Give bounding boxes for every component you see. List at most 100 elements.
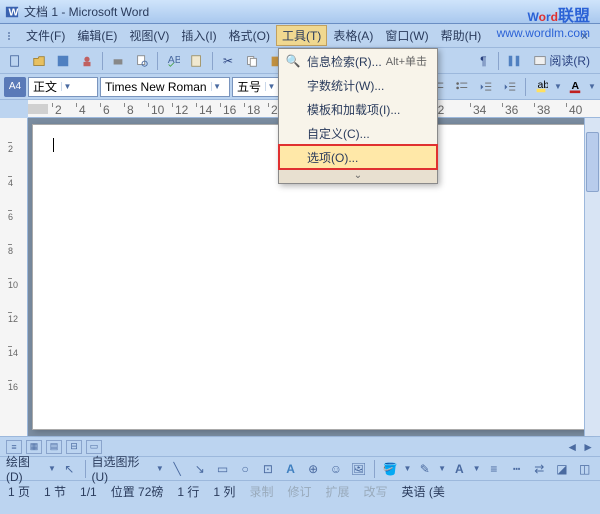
status-rec[interactable]: 录制 bbox=[249, 483, 273, 500]
ruler-vertical[interactable]: 24 68 1012 1416 bbox=[0, 118, 28, 436]
menu-item-customize[interactable]: 自定义(C)... bbox=[279, 121, 437, 145]
font-combo[interactable]: Times New Roman▼ bbox=[100, 77, 230, 97]
menu-item-label: 信息检索(R)... bbox=[307, 53, 382, 70]
arrow-style-icon[interactable]: ⇄ bbox=[530, 460, 549, 478]
status-ext[interactable]: 扩展 bbox=[325, 483, 349, 500]
clipart-icon[interactable]: ☺ bbox=[327, 460, 346, 478]
menu-item-label: 自定义(C)... bbox=[307, 125, 370, 142]
bullets-icon[interactable] bbox=[451, 76, 473, 98]
menu-window[interactable]: 窗口(W) bbox=[379, 25, 434, 46]
status-rev[interactable]: 修订 bbox=[287, 483, 311, 500]
reading-view-icon[interactable]: ▭ bbox=[86, 440, 102, 454]
new-doc-icon[interactable] bbox=[4, 50, 26, 72]
menu-table[interactable]: 表格(A) bbox=[327, 25, 379, 46]
status-page: 1 页 bbox=[8, 483, 30, 500]
open-icon[interactable] bbox=[28, 50, 50, 72]
menu-view[interactable]: 视图(V) bbox=[123, 25, 175, 46]
separator bbox=[525, 78, 526, 96]
shortcut-label: Alt+单击 bbox=[386, 53, 427, 69]
permission-icon[interactable] bbox=[76, 50, 98, 72]
menu-item-options[interactable]: 选项(O)... bbox=[279, 145, 437, 169]
format-badge[interactable]: A4 bbox=[4, 77, 26, 97]
separator bbox=[85, 460, 86, 478]
menu-edit[interactable]: 编辑(E) bbox=[71, 25, 123, 46]
pointer-icon[interactable]: ↖ bbox=[60, 460, 79, 478]
dropdown-expand-icon[interactable]: ⌄ bbox=[279, 169, 437, 183]
app-icon: W bbox=[4, 4, 20, 20]
style-combo[interactable]: 正文▼ bbox=[28, 77, 98, 97]
drawing-toolbar: 绘图(D) ▼ ↖ 自选图形(U) ▼ ╲ ↘ ▭ ○ ⊡ A ⊕ ☺ 🖼 🪣▼… bbox=[0, 456, 600, 480]
shadow-icon[interactable]: ◪ bbox=[553, 460, 572, 478]
line-color-icon[interactable]: ✎ bbox=[415, 460, 434, 478]
font-color-draw-icon[interactable]: A bbox=[450, 460, 469, 478]
print-icon[interactable] bbox=[107, 50, 129, 72]
svg-text:A: A bbox=[572, 80, 580, 92]
line-style-icon[interactable]: ≡ bbox=[485, 460, 504, 478]
separator bbox=[102, 52, 103, 70]
web-view-icon[interactable]: ▦ bbox=[26, 440, 42, 454]
status-col: 1 列 bbox=[213, 483, 235, 500]
separator bbox=[212, 52, 213, 70]
spellcheck-icon[interactable]: ABC bbox=[162, 50, 184, 72]
dash-style-icon[interactable]: ┅ bbox=[507, 460, 526, 478]
drawing-label[interactable]: 绘图(D) bbox=[6, 453, 44, 484]
grip-icon[interactable] bbox=[8, 32, 14, 40]
menu-file[interactable]: 文件(F) bbox=[20, 25, 71, 46]
svg-text:ABC: ABC bbox=[168, 54, 180, 66]
reading-button[interactable]: 阅读(R) bbox=[527, 50, 596, 72]
research-tb-icon[interactable] bbox=[186, 50, 208, 72]
menu-insert[interactable]: 插入(I) bbox=[175, 25, 222, 46]
view-buttons-row: ≡ ▦ ▤ ⊟ ▭ ◄ ► bbox=[0, 436, 600, 456]
highlight-icon[interactable]: ab bbox=[530, 76, 552, 98]
wordart-icon[interactable]: A bbox=[281, 460, 300, 478]
separator bbox=[374, 460, 375, 478]
copy-icon[interactable] bbox=[241, 50, 263, 72]
cut-icon[interactable]: ✂ bbox=[217, 50, 239, 72]
columns-icon[interactable] bbox=[503, 50, 525, 72]
text-cursor bbox=[53, 138, 54, 152]
menu-item-wordcount[interactable]: 字数统计(W)... bbox=[279, 73, 437, 97]
outline-view-icon[interactable]: ⊟ bbox=[66, 440, 82, 454]
status-pages: 1/1 bbox=[80, 485, 97, 499]
status-ovr[interactable]: 改写 bbox=[363, 483, 387, 500]
menu-tools[interactable]: 工具(T) bbox=[276, 25, 327, 46]
menu-help[interactable]: 帮助(H) bbox=[435, 25, 488, 46]
3d-icon[interactable]: ◫ bbox=[575, 460, 594, 478]
menu-item-label: 字数统计(W)... bbox=[307, 77, 384, 94]
print-view-icon[interactable]: ▤ bbox=[46, 440, 62, 454]
outdent-icon[interactable] bbox=[475, 76, 497, 98]
autoshapes-label[interactable]: 自选图形(U) bbox=[92, 453, 152, 484]
picture-icon[interactable]: 🖼 bbox=[349, 460, 368, 478]
tools-dropdown: 🔍 信息检索(R)... Alt+单击 字数统计(W)... 模板和加载项(I)… bbox=[278, 48, 438, 184]
status-line: 1 行 bbox=[177, 483, 199, 500]
rectangle-icon[interactable]: ▭ bbox=[213, 460, 232, 478]
menu-item-templates[interactable]: 模板和加载项(I)... bbox=[279, 97, 437, 121]
arrow-icon[interactable]: ↘ bbox=[191, 460, 210, 478]
save-icon[interactable] bbox=[52, 50, 74, 72]
separator bbox=[157, 52, 158, 70]
oval-icon[interactable]: ○ bbox=[236, 460, 255, 478]
status-lang[interactable]: 英语 (美 bbox=[402, 483, 445, 500]
diagram-icon[interactable]: ⊕ bbox=[304, 460, 323, 478]
status-section: 1 节 bbox=[44, 483, 66, 500]
status-position: 位置 72磅 bbox=[111, 483, 164, 500]
menu-format[interactable]: 格式(O) bbox=[223, 25, 276, 46]
separator bbox=[498, 52, 499, 70]
research-icon: 🔍 bbox=[285, 54, 301, 68]
vertical-scrollbar[interactable] bbox=[584, 118, 600, 436]
show-all-icon[interactable]: ¶ bbox=[472, 50, 494, 72]
status-bar: 1 页 1 节 1/1 位置 72磅 1 行 1 列 录制 修订 扩展 改写 英… bbox=[0, 480, 600, 502]
textbox-icon[interactable]: ⊡ bbox=[259, 460, 278, 478]
svg-text:W: W bbox=[9, 6, 19, 18]
indent-icon[interactable] bbox=[499, 76, 521, 98]
hscroll-right-icon[interactable]: ► bbox=[582, 440, 594, 454]
scrollbar-thumb[interactable] bbox=[586, 132, 599, 192]
preview-icon[interactable] bbox=[131, 50, 153, 72]
menu-item-label: 模板和加载项(I)... bbox=[307, 101, 400, 118]
menu-item-research[interactable]: 🔍 信息检索(R)... Alt+单击 bbox=[279, 49, 437, 73]
hscroll-left-icon[interactable]: ◄ bbox=[566, 440, 578, 454]
normal-view-icon[interactable]: ≡ bbox=[6, 440, 22, 454]
font-color-icon[interactable]: A bbox=[564, 76, 586, 98]
fill-color-icon[interactable]: 🪣 bbox=[381, 460, 400, 478]
line-icon[interactable]: ╲ bbox=[168, 460, 187, 478]
